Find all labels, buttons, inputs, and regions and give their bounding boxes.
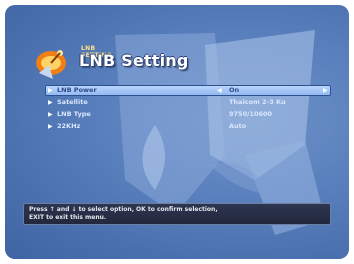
menu-item-value: On xyxy=(229,86,240,94)
triangle-right-icon: ▶ xyxy=(48,87,53,94)
triangle-right-icon[interactable]: ▶ xyxy=(323,85,328,96)
satellite-dish-icon xyxy=(36,50,66,79)
help-text: Press ↑ and ↓ to select option, OK to co… xyxy=(29,206,218,221)
triangle-right-icon: ▶ xyxy=(48,123,53,130)
menu-item-value: Thaicom 2-3 Ku xyxy=(229,98,286,106)
page-title: LNB Setting xyxy=(79,51,189,70)
triangle-left-icon[interactable]: ◀ xyxy=(217,85,222,96)
menu-item-22khz[interactable]: ▶ 22KHz Auto xyxy=(45,121,331,132)
menu-item-satellite[interactable]: ▶ Satellite Thaicom 2-3 Ku xyxy=(45,97,331,108)
triangle-right-icon: ▶ xyxy=(48,99,53,106)
menu-item-lnb-power[interactable]: ▶ LNB Power ◀ On ▶ xyxy=(45,85,331,96)
menu-item-lnb-type[interactable]: ▶ LNB Type 9750/10600 xyxy=(45,109,331,120)
menu-item-label: LNB Type xyxy=(57,110,91,118)
menu-item-label: Satellite xyxy=(57,98,88,106)
help-bar: Press ↑ and ↓ to select option, OK to co… xyxy=(23,203,331,225)
menu-item-label: 22KHz xyxy=(57,122,81,130)
menu-item-value: 9750/10600 xyxy=(229,110,273,118)
menu-item-label: LNB Power xyxy=(57,86,97,94)
settings-menu: ▶ LNB Power ◀ On ▶ ▶ Satellite Thaicom 2… xyxy=(45,85,331,133)
menu-item-value: Auto xyxy=(229,122,247,130)
tv-screen: LNB SETTING LNB Setting ▶ LNB Power ◀ On… xyxy=(5,5,349,259)
triangle-right-icon: ▶ xyxy=(48,111,53,118)
